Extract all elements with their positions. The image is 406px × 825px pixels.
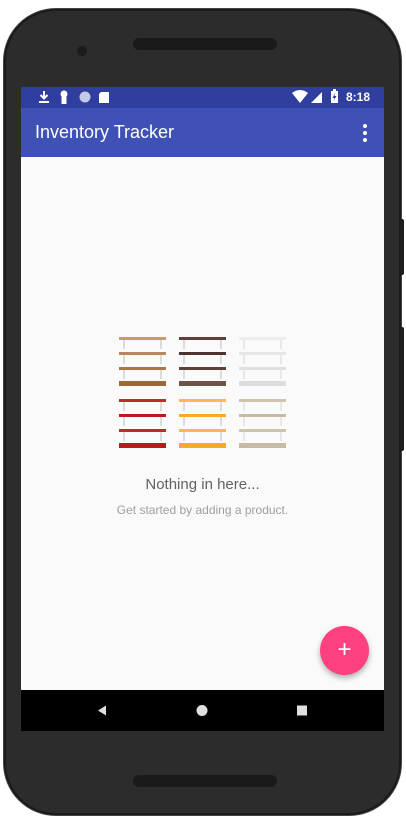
wifi-icon: [292, 90, 308, 103]
status-time: 8:18: [345, 90, 370, 104]
signal-icon: [311, 92, 322, 103]
more-vert-icon[interactable]: [356, 121, 374, 145]
shelves-illustration: [119, 337, 286, 448]
empty-state-title: Nothing in here...: [145, 476, 260, 493]
navigation-bar: [21, 690, 384, 731]
download-icon: [39, 91, 49, 103]
top-speaker: [133, 38, 277, 50]
app-bar: Inventory Tracker: [21, 108, 384, 157]
add-icon: +: [337, 636, 352, 663]
volume-button: [400, 219, 404, 275]
status-bar: 8:18: [21, 87, 384, 108]
empty-state-subtitle: Get started by adding a product.: [116, 503, 289, 517]
home-icon[interactable]: [182, 690, 222, 731]
back-icon[interactable]: [82, 690, 122, 731]
app-title: Inventory Tracker: [35, 122, 175, 142]
shelf-column-3: [239, 337, 286, 448]
battery-charging-icon: [331, 89, 338, 103]
bottom-speaker: [133, 775, 277, 787]
power-button: [400, 327, 404, 451]
status-notification-icons: [39, 90, 109, 104]
front-camera: [77, 46, 87, 56]
sd-card-icon: [99, 92, 109, 103]
keyhole-icon: [60, 90, 68, 104]
app-screen: 8:18 Inventory Tracker Nothing in here..…: [21, 87, 384, 731]
circle-icon: [79, 91, 91, 103]
shelf-column-2: [179, 337, 226, 448]
shelf-column-1: [119, 337, 166, 448]
status-system-icons: [292, 89, 338, 103]
add-product-button[interactable]: +: [320, 626, 369, 675]
recents-icon[interactable]: [282, 690, 322, 731]
